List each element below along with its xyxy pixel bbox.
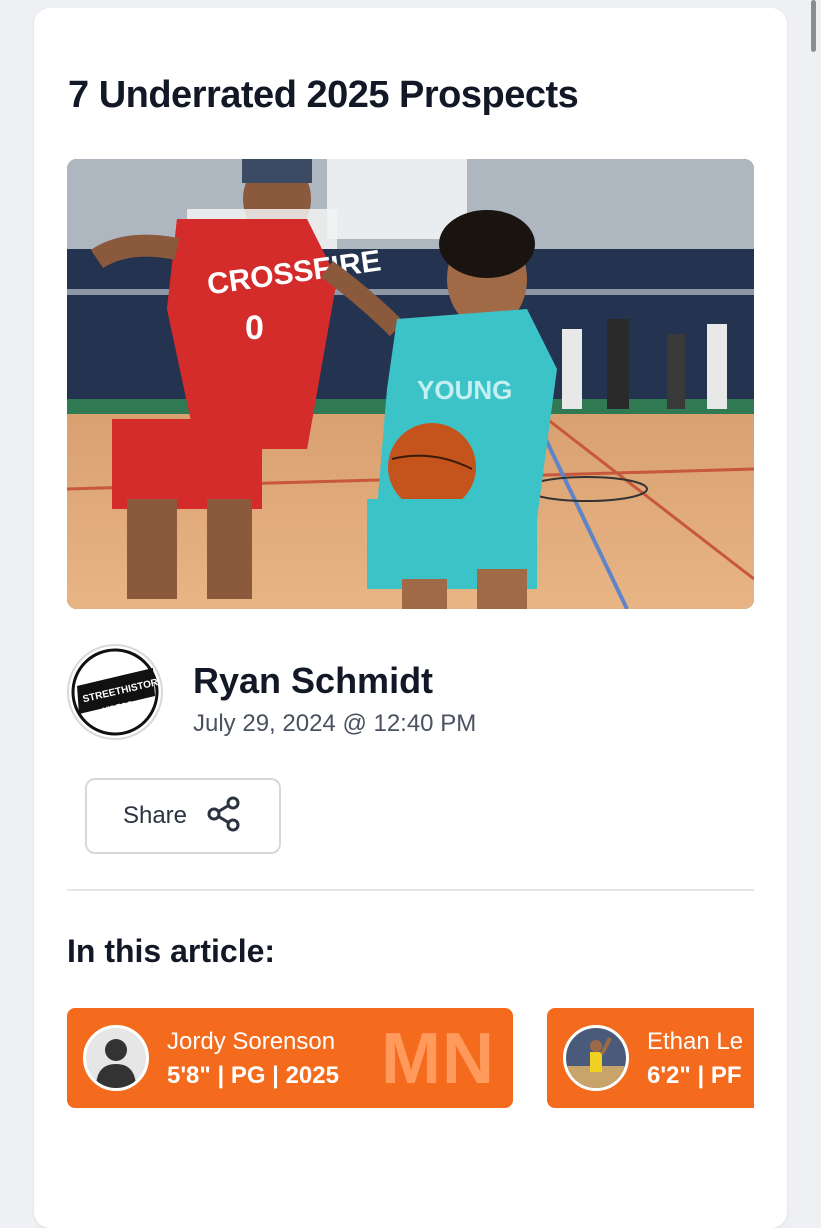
player-card-jordy[interactable]: Jordy Sorenson 5'8" | PG | 2025 MN xyxy=(67,1008,513,1108)
share-label: Share xyxy=(122,802,188,829)
author-block: STREETHISTORY VIDEOS Ryan Schmidt July 2… xyxy=(67,644,717,744)
player-photo-icon xyxy=(563,1025,629,1091)
player-card-ethan[interactable]: Ethan Le 6'2" | PF xyxy=(547,1008,754,1108)
article-card: 7 Underrated 2025 Prospects CROSSFIRE 0 … xyxy=(34,8,787,1228)
svg-text:YOUNG: YOUNG xyxy=(417,375,512,405)
section-title: In this article: xyxy=(67,933,276,969)
player-state: MN xyxy=(381,1019,495,1099)
svg-text:0: 0 xyxy=(245,309,264,347)
players-carousel[interactable]: Jordy Sorenson 5'8" | PG | 2025 MN Ethan… xyxy=(67,1008,754,1108)
player-info: 6'2" | PF xyxy=(647,1062,742,1089)
article-title: 7 Underrated 2025 Prospects xyxy=(68,74,579,116)
author-avatar[interactable]: STREETHISTORY VIDEOS xyxy=(67,644,163,740)
page-scrollbar[interactable] xyxy=(811,0,816,52)
player-name: Ethan Le xyxy=(647,1028,744,1055)
default-person-icon xyxy=(83,1025,149,1091)
hero-image[interactable]: CROSSFIRE 0 YOUNG xyxy=(67,159,754,609)
share-button[interactable]: Share xyxy=(85,778,281,854)
publish-date: July 29, 2024 @ 12:40 PM xyxy=(193,710,477,737)
share-icon xyxy=(205,795,243,838)
divider xyxy=(67,889,754,891)
author-name[interactable]: Ryan Schmidt xyxy=(193,660,433,702)
player-name: Jordy Sorenson xyxy=(167,1028,336,1055)
player-info: 5'8" | PG | 2025 xyxy=(167,1062,339,1089)
